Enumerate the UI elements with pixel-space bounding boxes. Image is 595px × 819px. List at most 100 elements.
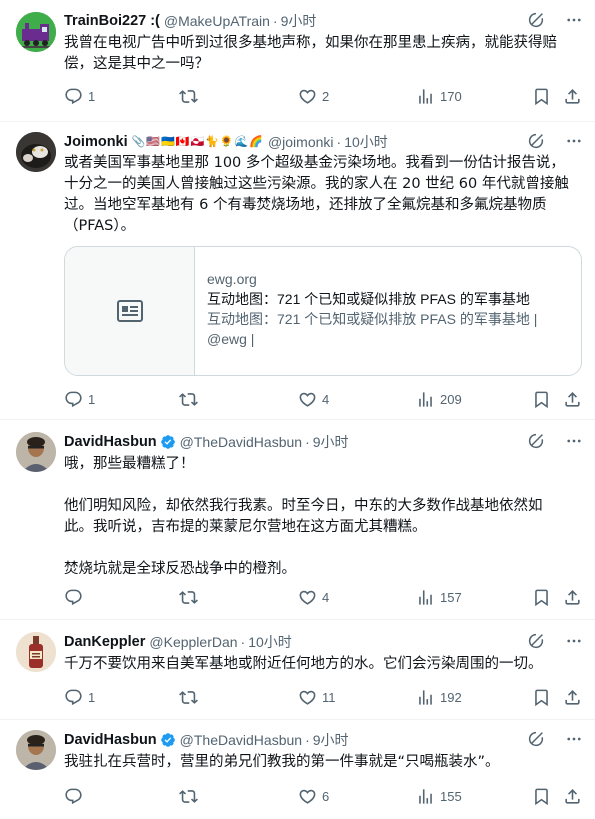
bookmark-icon xyxy=(532,390,551,409)
views-button[interactable]: 170 xyxy=(416,87,462,106)
timestamp[interactable]: 9小时 xyxy=(313,432,349,452)
bookmark-icon xyxy=(532,688,551,707)
tweet-text: 哦，那些最糟糕了！ 他们明知风险，却依然我行我素。时至今日，中东的大多数作战基地… xyxy=(64,454,579,580)
user-handle[interactable]: @joimonki xyxy=(268,132,334,152)
user-handle[interactable]: @TheDavidHasbun xyxy=(180,730,302,750)
bookmark-button[interactable] xyxy=(532,787,551,806)
like-button[interactable]: 11 xyxy=(298,688,336,707)
view-count: 170 xyxy=(440,88,462,104)
like-count: 6 xyxy=(322,788,330,804)
views-icon xyxy=(416,688,435,707)
share-icon xyxy=(563,787,582,806)
reply-button[interactable] xyxy=(64,588,88,607)
like-button[interactable]: 4 xyxy=(298,390,329,409)
user-handle[interactable]: @MakeUpATrain xyxy=(164,11,270,31)
more-icon[interactable] xyxy=(565,632,583,650)
grok-icon[interactable] xyxy=(527,432,545,450)
views-button[interactable]: 157 xyxy=(416,588,462,607)
avatar[interactable] xyxy=(16,432,56,472)
link-card-description: @ewg | xyxy=(207,331,255,347)
share-icon xyxy=(563,87,582,106)
views-button[interactable]: 209 xyxy=(416,390,462,409)
reply-button[interactable]: 1 xyxy=(64,87,95,106)
like-count: 2 xyxy=(322,88,330,104)
share-button[interactable] xyxy=(563,390,582,409)
like-button[interactable]: 6 xyxy=(298,787,329,806)
retweet-button[interactable] xyxy=(179,87,203,106)
tweet-4[interactable]: DanKeppler @KepplerDan · 10小时 千万不要饮用来自美军… xyxy=(0,620,595,720)
like-button[interactable]: 2 xyxy=(298,87,329,106)
timestamp[interactable]: 9小时 xyxy=(281,11,317,31)
reply-count: 1 xyxy=(88,391,96,407)
share-button[interactable] xyxy=(563,588,582,607)
tweet-3[interactable]: DavidHasbun @TheDavidHasbun · 9小时 哦，那些最糟… xyxy=(0,420,595,620)
user-handle[interactable]: @KepplerDan xyxy=(149,632,237,652)
timestamp[interactable]: 10小时 xyxy=(344,132,388,152)
tweet-header: TrainBoi227 :( @MakeUpATrain · 9小时 xyxy=(64,11,583,31)
user-handle[interactable]: @TheDavidHasbun xyxy=(180,432,302,452)
grok-icon[interactable] xyxy=(527,632,545,650)
views-button[interactable]: 192 xyxy=(416,688,462,707)
reply-icon xyxy=(64,390,83,409)
tweet-2[interactable]: Joimonki 📎🇺🇸🇺🇦🇨🇦🇬🇱🐈🌻🌊🌈 @joimonki · 10小时 … xyxy=(0,122,595,420)
tweet-text: 千万不要饮用来自美军基地或附近任何地方的水。它们会污染周围的一切。 xyxy=(64,654,579,675)
bookmark-button[interactable] xyxy=(532,588,551,607)
action-bar: 1 11 192 xyxy=(64,687,582,707)
like-icon xyxy=(298,688,317,707)
reply-button[interactable] xyxy=(64,787,88,806)
bookmark-button[interactable] xyxy=(532,390,551,409)
tweet-text: 我曾在电视广告中听到过很多基地声称，如果你在那里患上疾病，就能获得赔 偿，这是其… xyxy=(64,33,579,75)
reply-icon xyxy=(64,688,83,707)
retweet-button[interactable] xyxy=(179,688,203,707)
link-card-domain: ewg.org xyxy=(207,271,257,287)
like-icon xyxy=(298,588,317,607)
like-button[interactable]: 4 xyxy=(298,588,329,607)
tweet-header: DanKeppler @KepplerDan · 10小时 xyxy=(64,632,583,652)
views-icon xyxy=(416,588,435,607)
more-icon[interactable] xyxy=(565,132,583,150)
tweet-5[interactable]: DavidHasbun @TheDavidHasbun · 9小时 我驻扎在兵营… xyxy=(0,720,595,819)
bookmark-button[interactable] xyxy=(532,688,551,707)
retweet-button[interactable] xyxy=(179,787,203,806)
link-card-description: 互动地图：721 个已知或疑似排放 PFAS 的军事基地 | xyxy=(207,311,538,327)
more-icon[interactable] xyxy=(565,11,583,29)
avatar[interactable] xyxy=(16,730,56,770)
reply-icon xyxy=(64,787,83,806)
display-name[interactable]: DanKeppler xyxy=(64,632,145,652)
timestamp[interactable]: 10小时 xyxy=(248,632,292,652)
grok-icon[interactable] xyxy=(527,132,545,150)
display-name[interactable]: DavidHasbun xyxy=(64,432,157,452)
separator-dot: · xyxy=(305,732,310,748)
display-name[interactable]: DavidHasbun xyxy=(64,730,157,750)
more-icon[interactable] xyxy=(565,432,583,450)
retweet-icon xyxy=(179,87,198,106)
avatar[interactable] xyxy=(16,632,56,672)
like-icon xyxy=(298,787,317,806)
retweet-button[interactable] xyxy=(179,588,203,607)
share-button[interactable] xyxy=(563,688,582,707)
display-name[interactable]: Joimonki xyxy=(64,132,128,152)
bottle-avatar-icon xyxy=(16,632,56,672)
reply-button[interactable]: 1 xyxy=(64,688,95,707)
views-icon xyxy=(416,87,435,106)
link-card-thumbnail xyxy=(65,247,195,375)
link-card[interactable]: ewg.org 互动地图：721 个已知或疑似排放 PFAS 的军事基地 互动地… xyxy=(64,246,582,376)
avatar[interactable] xyxy=(16,12,56,52)
display-name[interactable]: TrainBoi227 :( xyxy=(64,11,160,31)
tweet-1[interactable]: TrainBoi227 :( @MakeUpATrain · 9小时 我曾在电视… xyxy=(0,0,595,122)
link-card-text: ewg.org 互动地图：721 个已知或疑似排放 PFAS 的军事基地 互动地… xyxy=(195,247,549,375)
timestamp[interactable]: 9小时 xyxy=(313,730,349,750)
views-button[interactable]: 155 xyxy=(416,787,462,806)
share-icon xyxy=(563,588,582,607)
tweet-header: Joimonki 📎🇺🇸🇺🇦🇨🇦🇬🇱🐈🌻🌊🌈 @joimonki · 10小时 xyxy=(64,132,583,152)
bookmark-button[interactable] xyxy=(532,87,551,106)
share-button[interactable] xyxy=(563,87,582,106)
grok-icon[interactable] xyxy=(527,730,545,748)
grok-icon[interactable] xyxy=(527,11,545,29)
retweet-button[interactable] xyxy=(179,390,203,409)
text-line: 哦，那些最糟糕了！ xyxy=(64,456,195,472)
more-icon[interactable] xyxy=(565,730,583,748)
reply-button[interactable]: 1 xyxy=(64,390,95,409)
share-button[interactable] xyxy=(563,787,582,806)
avatar[interactable] xyxy=(16,132,56,172)
